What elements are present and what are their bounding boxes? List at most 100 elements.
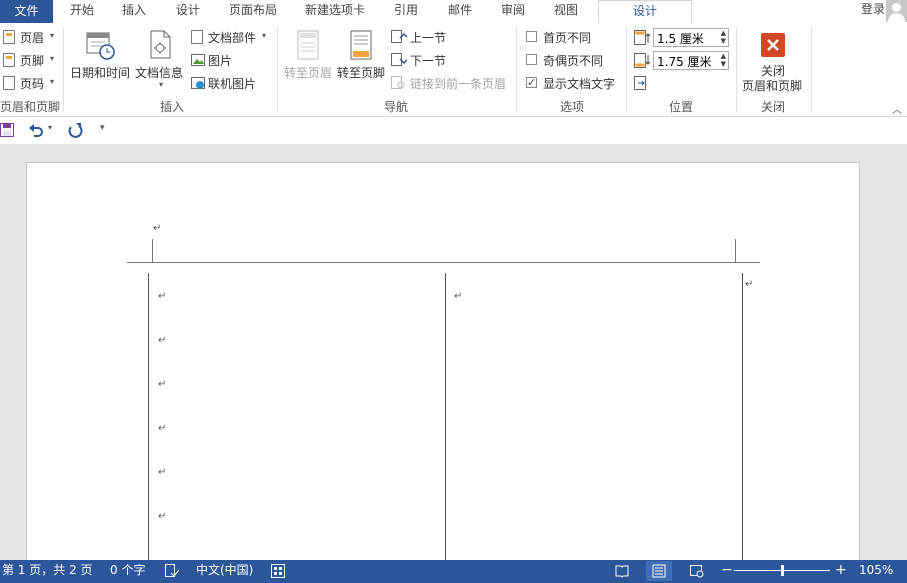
spinner-arrows-icon[interactable]: ▲ ▼ xyxy=(721,52,726,68)
picture-label: 图片 xyxy=(208,54,233,68)
chevron-down-icon: ▾ xyxy=(262,31,267,40)
footer-icon xyxy=(3,53,15,67)
tab-header-footer-design[interactable]: 设计 xyxy=(598,0,692,25)
collapse-ribbon-icon[interactable]: ︿ xyxy=(892,101,902,116)
goto-footer-icon xyxy=(350,30,372,60)
avatar-head xyxy=(892,3,901,12)
chevron-down-icon: ▾ xyxy=(50,54,55,63)
table-cell-paragraph-mark: ↵ xyxy=(158,511,167,522)
tab-home[interactable]: 开始 xyxy=(70,0,94,23)
close-header-footer-button[interactable]: 关闭 页眉和页脚 xyxy=(740,30,806,94)
zoom-slider-thumb[interactable] xyxy=(781,565,784,576)
chevron-down-icon: ▾ xyxy=(159,80,164,89)
quick-parts-icon xyxy=(191,30,203,44)
customize-toolbar-icon[interactable]: ▾ xyxy=(100,123,105,133)
checkbox-box xyxy=(526,31,537,42)
next-section-icon xyxy=(391,53,407,66)
zoom-level[interactable]: 105% xyxy=(859,560,893,581)
quick-access-toolbar: ▾ ▾ xyxy=(0,117,907,144)
status-bar: 第 1 页，共 2 页 0 个字 中文(中国) − + 105% xyxy=(0,560,907,583)
group-label-options: 选项 xyxy=(559,100,584,114)
header-position-icon xyxy=(634,30,650,45)
group-label-position: 位置 xyxy=(668,100,693,114)
macro-record-icon[interactable] xyxy=(271,564,285,578)
page-number-icon xyxy=(3,76,15,90)
quick-parts-label: 文档部件 xyxy=(208,31,257,45)
tab-page-layout[interactable]: 页面布局 xyxy=(229,0,277,23)
insert-alignment-tab-icon[interactable] xyxy=(634,76,650,90)
table-cell-paragraph-mark: ↵ xyxy=(158,291,167,302)
goto-footer-button[interactable]: 转至页脚 xyxy=(335,30,387,82)
header-corner-right xyxy=(735,239,736,262)
zoom-in-button[interactable]: + xyxy=(835,560,847,581)
document-info-icon xyxy=(150,30,171,59)
group-label-close: 关闭 xyxy=(760,100,785,114)
goto-header-button[interactable]: 转至页眉 xyxy=(282,30,334,82)
next-section-label: 下一节 xyxy=(410,54,447,68)
page-count-status[interactable]: 第 1 页，共 2 页 xyxy=(2,560,93,581)
group-divider xyxy=(516,28,517,112)
goto-header-icon xyxy=(297,30,319,60)
tab-new-tab[interactable]: 新建选项卡 xyxy=(305,0,365,23)
table-border-right xyxy=(742,273,743,563)
table-border-middle xyxy=(445,273,446,563)
table-cell-paragraph-mark: ↵ xyxy=(454,291,463,302)
tab-review[interactable]: 审阅 xyxy=(501,0,525,23)
table-border-left xyxy=(148,273,149,563)
document-info-button[interactable]: 文档信息 ▾ xyxy=(134,30,188,92)
table-cell-paragraph-mark: ↵ xyxy=(158,379,167,390)
tab-mailings[interactable]: 邮件 xyxy=(448,0,472,23)
proofing-icon[interactable] xyxy=(165,564,179,578)
save-icon[interactable] xyxy=(0,123,14,137)
date-time-button[interactable]: 日期和时间 xyxy=(68,30,132,82)
tab-file[interactable]: 文件 xyxy=(0,0,53,23)
avatar[interactable] xyxy=(886,0,907,22)
tab-design[interactable]: 设计 xyxy=(176,0,200,23)
footer-position-icon xyxy=(634,53,650,68)
spinner-arrows-icon[interactable]: ▲ ▼ xyxy=(721,29,726,45)
web-layout-icon[interactable] xyxy=(690,564,704,578)
online-picture-icon xyxy=(191,77,205,89)
chevron-down-icon: ▾ xyxy=(50,31,55,40)
footer-position-value: 1.75 厘米 xyxy=(657,55,712,69)
header-label: 页眉 xyxy=(20,31,45,45)
online-picture-label: 联机图片 xyxy=(208,77,257,91)
footer-position-spinner[interactable]: 1.75 厘米 ▲ ▼ xyxy=(653,51,729,70)
redo-icon[interactable] xyxy=(67,122,83,138)
tab-insert[interactable]: 插入 xyxy=(122,0,146,23)
checkmark-icon: ✓ xyxy=(526,76,537,89)
print-layout-view-button[interactable] xyxy=(646,561,672,581)
previous-section-icon xyxy=(391,30,407,43)
goto-footer-label: 转至页脚 xyxy=(337,66,386,80)
word-count-status[interactable]: 0 个字 xyxy=(110,560,145,581)
previous-section-label: 上一节 xyxy=(410,31,447,45)
document-page[interactable]: ↵ ↵ ↵ ↵ ↵ ↵ ↵ ↵ ↵ xyxy=(26,162,860,563)
read-mode-icon[interactable] xyxy=(615,564,629,578)
undo-icon[interactable] xyxy=(28,122,44,138)
login-link[interactable]: 登录 xyxy=(861,0,885,23)
language-status[interactable]: 中文(中国) xyxy=(196,560,253,581)
avatar-body xyxy=(888,13,905,22)
header-position-spinner[interactable]: 1.5 厘米 ▲ ▼ xyxy=(653,28,729,47)
zoom-out-button[interactable]: − xyxy=(721,560,733,581)
group-divider xyxy=(277,28,278,112)
group-label-header-footer: 页眉和页脚 xyxy=(0,100,61,114)
table-cell-paragraph-mark: ↵ xyxy=(158,335,167,346)
header-icon xyxy=(3,30,15,44)
group-divider xyxy=(63,28,64,112)
table-cell-paragraph-mark: ↵ xyxy=(158,423,167,434)
chevron-down-icon: ▾ xyxy=(50,77,55,86)
tab-references[interactable]: 引用 xyxy=(394,0,418,23)
link-icon xyxy=(391,76,405,89)
tab-view[interactable]: 视图 xyxy=(554,0,578,23)
group-divider xyxy=(626,28,627,112)
date-time-label: 日期和时间 xyxy=(70,66,131,80)
group-label-insert: 插入 xyxy=(159,100,184,114)
undo-dropdown-icon[interactable]: ▾ xyxy=(48,123,52,132)
header-corner-left xyxy=(152,239,153,262)
print-layout-icon xyxy=(652,564,666,578)
ribbon-tab-bar: 文件 开始 插入 设计 页面布局 新建选项卡 引用 邮件 审阅 视图 设计 登录 xyxy=(0,0,907,25)
group-divider xyxy=(811,28,812,112)
page-number-label: 页码 xyxy=(20,77,45,91)
close-label-line2: 页眉和页脚 xyxy=(742,79,803,93)
